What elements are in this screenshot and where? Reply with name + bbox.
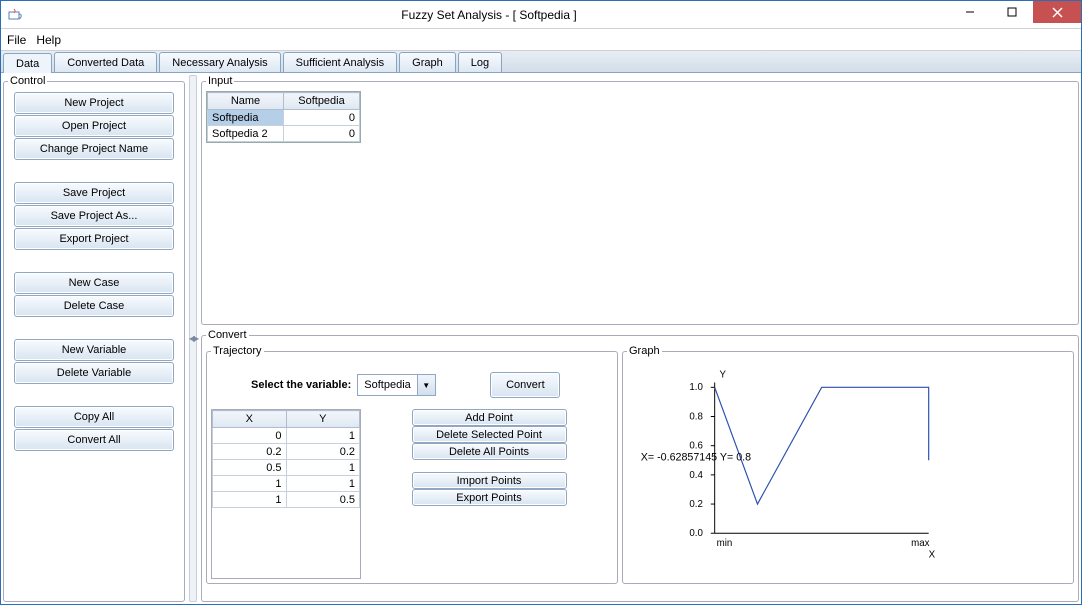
tab-converted-data[interactable]: Converted Data [54,52,157,72]
window-title: Fuzzy Set Analysis - [ Softpedia ] [29,8,949,22]
input-table[interactable]: Name Softpedia Softpedia 0 Softpedia 2 0 [206,91,361,143]
delete-all-points-button[interactable]: Delete All Points [412,443,567,460]
copy-all-button[interactable]: Copy All [14,406,174,428]
graph-canvas[interactable]: Y 0.0 0.2 0.4 0.6 0.8 1.0 [625,363,1067,577]
delete-variable-button[interactable]: Delete Variable [14,362,174,384]
export-project-button[interactable]: Export Project [14,228,174,250]
delete-selected-point-button[interactable]: Delete Selected Point [412,426,567,443]
graph-legend: Graph [627,345,662,357]
open-project-button[interactable]: Open Project [14,115,174,137]
export-points-button[interactable]: Export Points [412,489,567,506]
change-project-name-button[interactable]: Change Project Name [14,138,174,160]
svg-text:0.0: 0.0 [689,528,703,539]
tab-sufficient-analysis[interactable]: Sufficient Analysis [283,52,397,72]
table-row[interactable]: 10.5 [213,492,360,508]
menu-file[interactable]: File [7,33,26,47]
svg-text:0.6: 0.6 [689,441,703,452]
convert-button[interactable]: Convert [490,372,560,398]
convert-all-button[interactable]: Convert All [14,429,174,451]
new-project-button[interactable]: New Project [14,92,174,114]
table-row[interactable]: 0.20.2 [213,444,360,460]
control-legend: Control [8,75,47,87]
table-row[interactable]: Softpedia 2 0 [208,126,360,142]
table-row[interactable]: 01 [213,428,360,444]
save-project-button[interactable]: Save Project [14,182,174,204]
convert-legend: Convert [206,329,249,341]
x-axis-label: X [929,550,936,561]
tabs-bar: Data Converted Data Necessary Analysis S… [1,51,1081,73]
save-project-as-button[interactable]: Save Project As... [14,205,174,227]
table-row[interactable]: Softpedia 0 [208,110,360,126]
import-points-button[interactable]: Import Points [412,472,567,489]
input-legend: Input [206,75,234,87]
new-variable-button[interactable]: New Variable [14,339,174,361]
table-row[interactable]: 0.51 [213,460,360,476]
trajectory-table[interactable]: X Y 01 0.20.2 0.51 11 10.5 [212,410,360,508]
x-min-label: min [717,538,733,549]
close-button[interactable] [1033,1,1081,23]
menu-help[interactable]: Help [36,33,61,47]
svg-text:0.2: 0.2 [689,499,703,510]
java-app-icon [7,7,23,23]
svg-text:0.8: 0.8 [689,411,703,422]
trajectory-legend: Trajectory [211,345,264,357]
minimize-button[interactable] [949,1,991,23]
input-col-softpedia[interactable]: Softpedia [284,93,360,110]
new-case-button[interactable]: New Case [14,272,174,294]
traj-col-y[interactable]: Y [286,411,360,428]
select-variable-label: Select the variable: [251,379,351,391]
maximize-button[interactable] [991,1,1033,23]
tab-data[interactable]: Data [3,53,52,73]
chevron-down-icon: ▼ [417,375,435,395]
delete-case-button[interactable]: Delete Case [14,295,174,317]
input-col-name[interactable]: Name [208,93,284,110]
svg-text:1.0: 1.0 [689,382,703,393]
variable-select[interactable]: Softpedia ▼ [357,374,435,396]
tab-log[interactable]: Log [458,52,502,72]
cursor-readout: X= -0.62857145 Y= 0.8 [641,451,751,463]
svg-text:0.4: 0.4 [689,470,703,481]
splitter[interactable]: ◀▶ [189,75,197,602]
traj-col-x[interactable]: X [213,411,287,428]
table-row[interactable]: 11 [213,476,360,492]
add-point-button[interactable]: Add Point [412,409,567,426]
x-max-label: max [911,538,930,549]
y-axis-label: Y [720,370,727,381]
tab-graph[interactable]: Graph [399,52,456,72]
tab-necessary-analysis[interactable]: Necessary Analysis [159,52,280,72]
